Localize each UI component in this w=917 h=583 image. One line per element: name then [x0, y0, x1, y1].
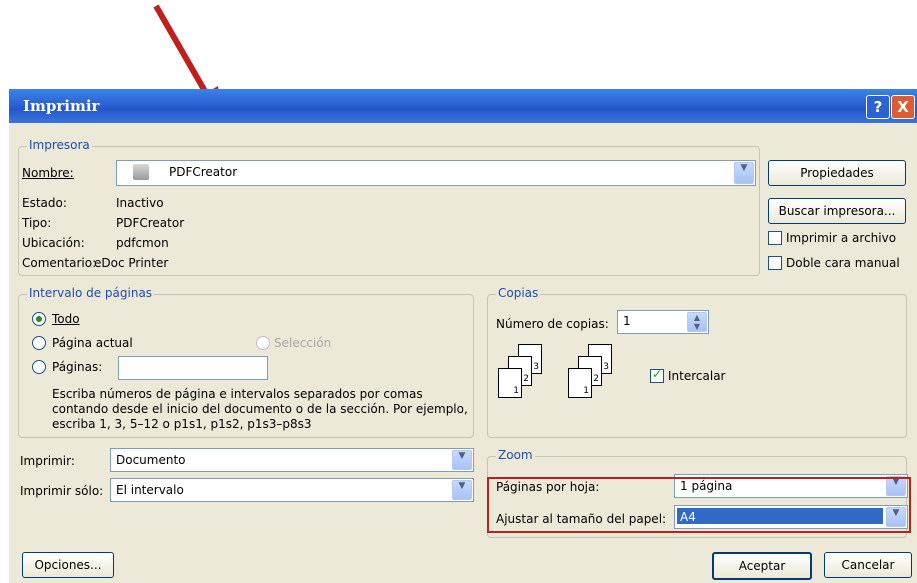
pages-input[interactable] — [118, 356, 268, 380]
range-all-radio[interactable] — [32, 312, 46, 326]
check-icon: ✓ — [652, 367, 663, 381]
printer-comment-value: eDoc Printer — [94, 256, 169, 270]
printer-type-value: PDFCreator — [116, 216, 185, 230]
find-printer-button[interactable]: Buscar impresora... — [768, 198, 906, 224]
print-only-select[interactable]: El intervalo ▼ — [110, 478, 474, 502]
printer-group-label: Impresora — [27, 138, 92, 152]
printer-name-value: PDFCreator — [169, 165, 238, 179]
printer-name-select[interactable]: PDFCreator ▼ — [116, 160, 756, 186]
ok-button[interactable]: Aceptar — [712, 552, 812, 580]
help-button[interactable]: ? — [866, 95, 890, 119]
cancel-button[interactable]: Cancelar — [824, 552, 912, 578]
range-pages-radio[interactable] — [32, 360, 46, 374]
collate-checkbox[interactable]: ✓ — [650, 367, 664, 383]
copies-count-spinner[interactable]: 1 ▲ ▼ — [617, 310, 709, 334]
printer-location-label: Ubicación: — [22, 236, 85, 250]
duplex-label: Doble cara manual — [786, 256, 900, 270]
pages-help-line-1: Escriba números de página e intervalos s… — [52, 387, 423, 401]
range-selection-radio[interactable] — [256, 336, 270, 350]
range-current-radio[interactable] — [32, 336, 46, 350]
range-selection-label: Selección — [274, 336, 332, 350]
print-what-label: Imprimir: — [20, 454, 75, 468]
options-button[interactable]: Opciones... — [22, 552, 114, 578]
print-only-label: Imprimir sólo: — [20, 484, 104, 498]
printer-icon — [133, 164, 149, 180]
properties-button[interactable]: Propiedades — [768, 160, 906, 186]
page-range-group-label: Intervalo de páginas — [27, 286, 155, 300]
print-what-select[interactable]: Documento ▼ — [110, 448, 474, 472]
print-to-file-label: Imprimir a archivo — [786, 231, 897, 245]
duplex-checkbox[interactable] — [768, 256, 782, 270]
copies-count-label: Número de copias: — [496, 317, 609, 331]
chevron-down-icon[interactable]: ▼ — [452, 480, 472, 500]
printer-status-label: Estado: — [22, 196, 67, 210]
range-all-label: Todo — [52, 312, 80, 326]
title-bar: Imprimir ? X — [9, 89, 917, 123]
chevron-down-icon[interactable]: ▼ — [452, 450, 472, 470]
printer-location-value: pdfcmon — [116, 236, 169, 250]
copies-group-label: Copias — [496, 286, 541, 300]
dialog-title: Imprimir — [23, 97, 100, 115]
zoom-group-label: Zoom — [496, 448, 535, 462]
print-what-value: Documento — [116, 453, 186, 467]
range-current-label: Página actual — [52, 336, 133, 350]
print-only-value: El intervalo — [116, 483, 184, 497]
copies-count-value: 1 — [623, 314, 631, 328]
chevron-down-icon[interactable]: ▼ — [734, 162, 754, 184]
printer-comment-label: Comentario: — [22, 256, 97, 270]
annotation-highlight-box — [487, 477, 911, 533]
spinner-arrows-icon[interactable]: ▲ ▼ — [687, 312, 707, 332]
close-button[interactable]: X — [891, 95, 915, 119]
printer-status-value: Inactivo — [116, 196, 164, 210]
print-to-file-checkbox[interactable] — [768, 231, 782, 245]
pages-help-line-2: contando desde el inicio del documento o… — [52, 402, 468, 416]
pages-help-line-3: escriba 1, 3, 5–12 o p1s1, p1s2, p1s3–p8… — [52, 417, 312, 431]
printer-type-label: Tipo: — [22, 216, 52, 230]
printer-name-label: Nombre: — [22, 166, 74, 180]
range-pages-label: Páginas: — [52, 360, 103, 374]
collate-label: Intercalar — [668, 369, 726, 383]
